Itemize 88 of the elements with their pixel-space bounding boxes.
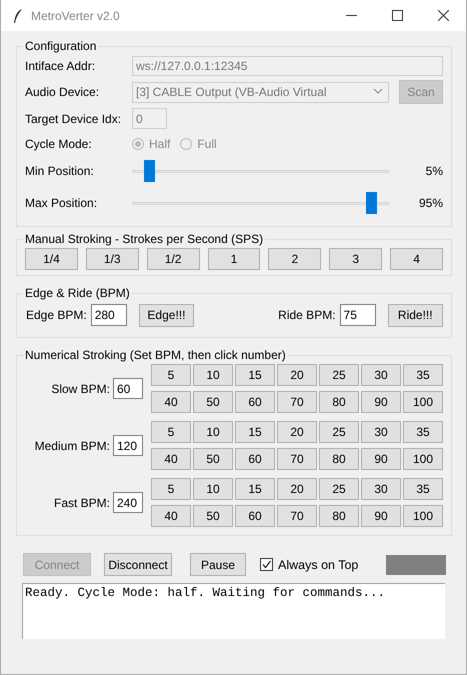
number-button[interactable]: 40 xyxy=(151,505,191,527)
field-label: Target Device Idx: xyxy=(25,112,122,126)
section-title: Manual Stroking - Strokes per Second (SPS) xyxy=(24,232,264,246)
window-title: MetroVerter v2.0 xyxy=(31,8,121,22)
number-button[interactable]: 90 xyxy=(361,391,401,413)
number-button[interactable]: 20 xyxy=(277,364,317,386)
number-button[interactable]: 80 xyxy=(319,448,359,470)
slider-thumb[interactable] xyxy=(366,192,377,214)
checkbox[interactable] xyxy=(260,558,273,571)
number-button[interactable]: 50 xyxy=(193,505,233,527)
number-button[interactable]: 40 xyxy=(151,448,191,470)
number-button[interactable]: 30 xyxy=(361,421,401,443)
close-icon[interactable] xyxy=(438,10,448,21)
slider[interactable] xyxy=(132,160,389,182)
slider[interactable] xyxy=(132,192,389,214)
number-button[interactable]: 20 xyxy=(277,421,317,443)
radio-label: Full xyxy=(197,137,217,151)
number-button[interactable]: 100 xyxy=(403,505,443,527)
sps-button[interactable]: 1 xyxy=(208,248,260,270)
field-label: Ride BPM: xyxy=(278,308,336,322)
bpm-field[interactable]: 240 xyxy=(113,492,143,513)
log-text: Ready. Cycle Mode: half. Waiting for commands... xyxy=(22,583,445,639)
number-button[interactable]: 15 xyxy=(235,478,275,500)
field-label: Slow BPM: xyxy=(51,382,110,396)
number-button[interactable]: 10 xyxy=(193,421,233,443)
control-button[interactable]: Disconnect xyxy=(104,553,172,576)
number-button[interactable]: 80 xyxy=(319,505,359,527)
maximize-icon[interactable] xyxy=(392,10,402,21)
bpm-field[interactable]: 60 xyxy=(113,378,143,399)
number-button[interactable]: 25 xyxy=(319,364,359,386)
number-button[interactable]: 30 xyxy=(361,364,401,386)
section-title: Edge & Ride (BPM) xyxy=(24,286,131,300)
sps-button[interactable]: 1/4 xyxy=(25,248,78,270)
section-title: Numerical Stroking (Set BPM, then click number) xyxy=(24,348,287,362)
field-label: Max Position: xyxy=(25,196,98,210)
number-button[interactable]: 60 xyxy=(235,391,275,413)
number-button[interactable]: 15 xyxy=(235,364,275,386)
number-button[interactable]: 25 xyxy=(319,421,359,443)
number-button[interactable]: 35 xyxy=(403,478,443,500)
bpm-field[interactable]: 75 xyxy=(340,304,376,326)
field-label: Fast BPM: xyxy=(54,496,110,510)
checkbox-label: Always on Top xyxy=(278,558,358,572)
number-button[interactable]: 35 xyxy=(403,421,443,443)
number-button[interactable]: 50 xyxy=(193,391,233,413)
number-button[interactable]: 5 xyxy=(151,478,191,500)
number-button[interactable]: 20 xyxy=(277,478,317,500)
number-button[interactable]: 100 xyxy=(403,391,443,413)
action-button[interactable]: Ride!!! xyxy=(388,304,443,326)
slider-thumb[interactable] xyxy=(144,160,156,182)
action-button[interactable]: Edge!!! xyxy=(138,304,194,326)
sps-button[interactable]: 3 xyxy=(329,248,382,270)
field-label: Edge BPM: xyxy=(26,308,87,322)
number-button[interactable]: 35 xyxy=(403,364,443,386)
slider-value: 5% xyxy=(424,164,443,178)
radio-label: Half xyxy=(149,137,170,151)
number-button[interactable]: 10 xyxy=(193,478,233,500)
number-button[interactable]: 15 xyxy=(235,421,275,443)
control-button[interactable]: Pause xyxy=(190,553,246,576)
sps-button[interactable]: 2 xyxy=(268,248,322,270)
number-button[interactable]: 70 xyxy=(277,505,317,527)
field-label: Min Position: xyxy=(25,164,95,178)
number-button[interactable]: 60 xyxy=(235,448,275,470)
sps-button[interactable]: 4 xyxy=(390,248,443,270)
slider-value: 95% xyxy=(418,196,443,210)
number-button[interactable]: 80 xyxy=(319,391,359,413)
number-button[interactable]: 50 xyxy=(193,448,233,470)
bpm-field[interactable]: 280 xyxy=(90,304,127,326)
section-title: Configuration xyxy=(24,39,98,53)
number-button[interactable]: 5 xyxy=(151,421,191,443)
number-button[interactable]: 25 xyxy=(319,478,359,500)
number-button[interactable]: 70 xyxy=(277,391,317,413)
field-label: Audio Device: xyxy=(25,85,100,99)
sps-button[interactable]: 1/2 xyxy=(146,248,200,270)
number-button[interactable]: 100 xyxy=(403,448,443,470)
number-button[interactable]: 30 xyxy=(361,478,401,500)
number-button[interactable]: 10 xyxy=(193,364,233,386)
field-label: Cycle Mode: xyxy=(25,137,93,151)
number-button[interactable]: 90 xyxy=(361,448,401,470)
number-button[interactable]: 90 xyxy=(361,505,401,527)
sps-button[interactable]: 1/3 xyxy=(86,248,139,270)
field-label: Medium BPM: xyxy=(34,438,110,452)
number-button[interactable]: 5 xyxy=(151,364,191,386)
number-button[interactable]: 70 xyxy=(277,448,317,470)
bpm-field[interactable]: 120 xyxy=(113,435,143,456)
number-button[interactable]: 40 xyxy=(151,391,191,413)
field-label: Intiface Addr: xyxy=(25,59,96,73)
number-button[interactable]: 60 xyxy=(235,505,275,527)
feather-icon xyxy=(13,8,23,24)
